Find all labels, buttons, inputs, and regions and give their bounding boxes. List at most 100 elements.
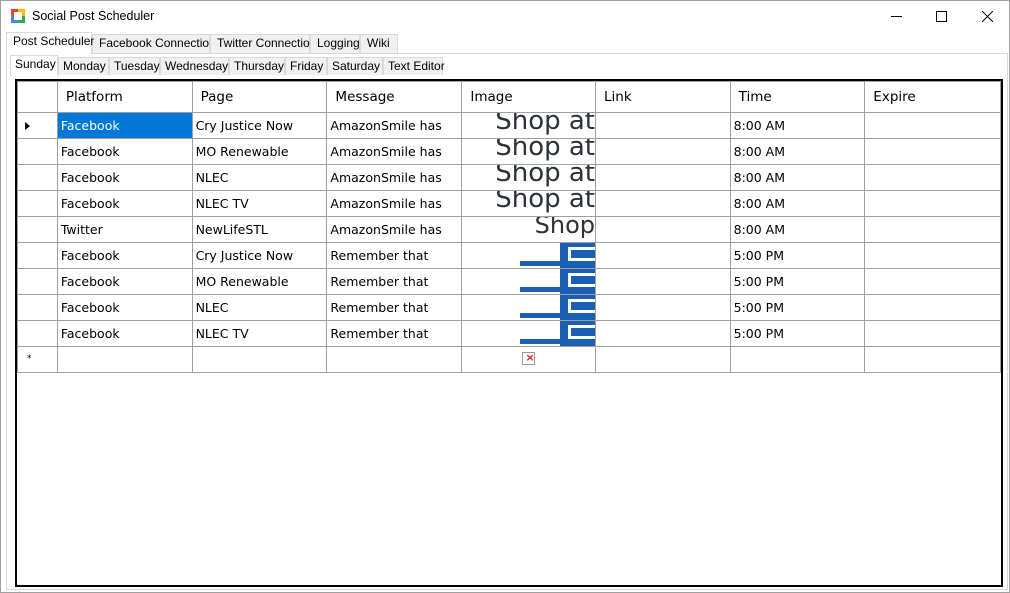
tab-friday[interactable]: Friday [285,57,327,75]
close-button[interactable] [964,1,1010,31]
tab-twitter-connection[interactable]: Twitter Connection [210,34,316,53]
cell-platform[interactable]: Facebook [56,138,193,165]
column-header-time[interactable]: Time [729,81,866,113]
tab-facebook-connection[interactable]: Facebook Connection [92,34,216,53]
tab-saturday[interactable]: Saturday [327,57,383,75]
row-header[interactable] [17,320,58,347]
column-header-page[interactable]: Page [191,81,328,113]
cell-image[interactable]: Shop at [461,164,597,191]
cell-page[interactable] [191,346,328,373]
cell-expire[interactable] [864,320,1001,347]
cell-image[interactable]: × [461,346,597,373]
cell-message[interactable]: AmazonSmile has [326,138,463,165]
cell-platform[interactable]: Facebook [56,242,193,269]
cell-message[interactable]: AmazonSmile has [326,164,463,191]
cell-platform[interactable]: Facebook [56,190,193,217]
cell-link[interactable] [595,320,731,347]
maximize-button[interactable] [918,1,964,31]
row-header[interactable] [17,164,58,191]
cell-link[interactable] [595,190,731,217]
cell-expire[interactable] [864,346,1001,373]
tab-wednesday[interactable]: Wednesday [160,57,229,75]
table-row[interactable]: Facebook NLEC AmazonSmile has Shop at 8:00 A… [17,164,1001,191]
cell-message[interactable]: Remember that [326,242,463,269]
tab-text-editor[interactable]: Text Editor [383,57,445,75]
title-bar[interactable]: Social Post Scheduler [1,1,1009,31]
row-header[interactable] [17,294,58,321]
cell-page[interactable]: Cry Justice Now [191,242,328,269]
row-header[interactable] [17,138,58,165]
cell-expire[interactable] [864,112,1001,139]
cell-expire[interactable] [864,190,1001,217]
cell-time[interactable]: 5:00 PM [729,268,866,295]
cell-link[interactable] [595,138,731,165]
tab-monday[interactable]: Monday [58,57,109,75]
row-header[interactable] [17,190,58,217]
cell-time[interactable]: 5:00 PM [729,242,866,269]
posts-grid[interactable]: Platform Page Message Image Link Time Ex… [15,79,1003,587]
cell-message[interactable]: AmazonSmile has [326,216,463,243]
cell-image[interactable]: Shop at [461,112,597,139]
new-row[interactable]: * × [17,346,1001,373]
cell-platform[interactable]: Facebook [56,268,193,295]
row-header[interactable] [17,216,58,243]
row-header[interactable] [17,268,58,295]
cell-platform[interactable]: Facebook [56,320,193,347]
table-row[interactable]: Facebook Cry Justice Now Remember that 5:00… [17,242,1001,269]
cell-expire[interactable] [864,268,1001,295]
cell-image[interactable] [461,242,597,269]
cell-expire[interactable] [864,138,1001,165]
cell-message[interactable]: AmazonSmile has [326,112,463,139]
cell-message[interactable]: AmazonSmile has [326,190,463,217]
column-header-message[interactable]: Message [326,81,463,113]
cell-link[interactable] [595,216,731,243]
cell-page[interactable]: MO Renewable [191,268,328,295]
column-header-platform[interactable]: Platform [56,81,193,113]
cell-image[interactable] [461,294,597,321]
cell-message[interactable]: Remember that [326,268,463,295]
table-row[interactable]: Facebook Cry Justice Now AmazonSmile has Sh… [17,112,1001,139]
cell-page[interactable]: NLEC [191,294,328,321]
cell-page[interactable]: NLEC TV [191,320,328,347]
cell-page[interactable]: MO Renewable [191,138,328,165]
table-row[interactable]: Twitter NewLifeSTL AmazonSmile has Shop 8:00… [17,216,1001,243]
cell-time[interactable]: 8:00 AM [729,164,866,191]
cell-image[interactable]: Shop at [461,138,597,165]
column-header-expire[interactable]: Expire [864,81,1001,113]
cell-time[interactable]: 8:00 AM [729,190,866,217]
cell-expire[interactable] [864,242,1001,269]
row-header[interactable]: * [17,346,58,373]
table-row[interactable]: Facebook NLEC TV Remember that 5:00 PM [17,320,1001,347]
table-row[interactable]: Facebook NLEC Remember that 5:00 PM [17,294,1001,321]
cell-expire[interactable] [864,216,1001,243]
tab-thursday[interactable]: Thursday [229,57,285,75]
cell-platform[interactable]: Facebook [56,164,193,191]
cell-platform[interactable]: Facebook [56,112,193,139]
cell-expire[interactable] [864,164,1001,191]
cell-image[interactable] [461,268,597,295]
cell-image[interactable] [461,320,597,347]
cell-message[interactable] [326,346,463,373]
tab-tuesday[interactable]: Tuesday [109,57,160,75]
cell-expire[interactable] [864,294,1001,321]
cell-link[interactable] [595,346,731,373]
cell-message[interactable]: Remember that [326,320,463,347]
row-header[interactable] [17,112,58,139]
cell-time[interactable]: 8:00 AM [729,112,866,139]
cell-link[interactable] [595,242,731,269]
tab-sunday[interactable]: Sunday [10,55,58,76]
column-header-link[interactable]: Link [595,81,731,113]
table-row[interactable]: Facebook NLEC TV AmazonSmile has Shop at 8:0… [17,190,1001,217]
row-header[interactable] [17,242,58,269]
cell-page[interactable]: NLEC [191,164,328,191]
cell-time[interactable]: 5:00 PM [729,294,866,321]
cell-page[interactable]: NewLifeSTL [191,216,328,243]
column-header-image[interactable]: Image [461,81,597,113]
cell-time[interactable]: 8:00 AM [729,138,866,165]
cell-page[interactable]: NLEC TV [191,190,328,217]
table-row[interactable]: Facebook MO Renewable AmazonSmile has Shop … [17,138,1001,165]
tab-wiki[interactable]: Wiki [360,34,398,53]
cell-platform[interactable] [56,346,193,373]
cell-link[interactable] [595,112,731,139]
minimize-button[interactable] [873,1,919,31]
